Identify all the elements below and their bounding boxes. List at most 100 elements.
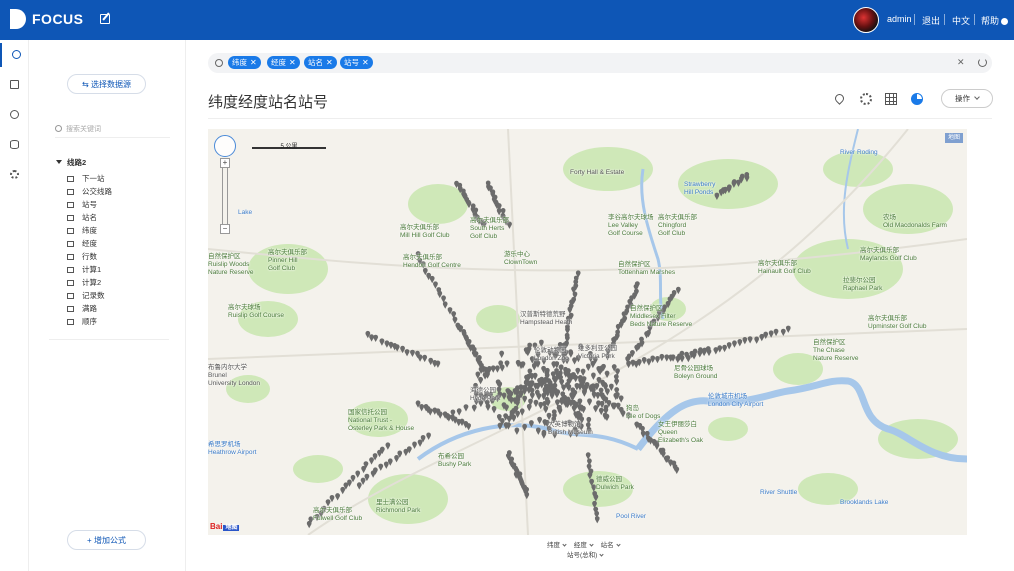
bus-stop-marker[interactable] xyxy=(785,325,791,333)
bus-stop-marker[interactable] xyxy=(383,461,389,469)
zoom-out-button[interactable]: − xyxy=(220,224,230,234)
bus-stop-marker[interactable] xyxy=(543,405,549,414)
bus-stop-marker[interactable] xyxy=(495,365,500,373)
map-type-badge[interactable]: 地图 xyxy=(944,133,963,143)
language-switch[interactable]: 中文 xyxy=(952,14,970,27)
pie-chart-icon[interactable] xyxy=(911,93,923,105)
bus-stop-marker[interactable] xyxy=(732,340,737,348)
bus-stop-marker[interactable] xyxy=(572,357,577,365)
close-icon[interactable]: ✕ xyxy=(289,58,296,67)
bus-stop-marker[interactable] xyxy=(435,360,441,368)
bus-stop-marker[interactable] xyxy=(394,455,399,463)
bus-stop-marker[interactable] xyxy=(428,357,434,366)
bus-stop-marker[interactable] xyxy=(466,423,472,431)
bus-stop-marker[interactable] xyxy=(646,358,652,366)
bus-stop-marker[interactable] xyxy=(664,354,670,362)
field-item[interactable]: 经度 xyxy=(67,238,97,250)
bus-stop-marker[interactable] xyxy=(385,442,391,450)
bus-stop-marker[interactable] xyxy=(379,338,385,346)
bus-stop-marker[interactable] xyxy=(452,316,458,324)
bus-stop-marker[interactable] xyxy=(514,427,520,435)
bus-stop-marker[interactable] xyxy=(504,360,510,368)
bus-stop-marker[interactable] xyxy=(674,466,680,474)
bus-stop-marker[interactable] xyxy=(591,391,597,399)
field-search-input[interactable]: 搜索关键词 xyxy=(55,124,170,138)
map-view[interactable]: + − 5 公里 地图 Bai 地图 Forty Hall & Estate 李谷… xyxy=(208,129,967,535)
field-item[interactable]: 公交线路 xyxy=(67,186,112,198)
select-source-button[interactable]: ⇆ 选择数据源 xyxy=(67,74,146,94)
axis-field[interactable]: 站名 xyxy=(601,542,621,549)
filter-chip[interactable]: 站名 ✕ xyxy=(304,56,337,69)
bus-stop-marker[interactable] xyxy=(594,516,600,524)
bus-stop-marker[interactable] xyxy=(526,403,532,412)
bus-stop-marker[interactable] xyxy=(419,403,425,412)
bus-stop-marker[interactable] xyxy=(541,431,547,439)
bus-stop-marker[interactable] xyxy=(417,354,423,362)
bus-stop-marker[interactable] xyxy=(608,383,614,391)
bus-stop-marker[interactable] xyxy=(614,378,619,386)
filter-bar[interactable]: 纬度 ✕ 经度 ✕ 站名 ✕ 站号 ✕ xyxy=(208,53,992,73)
bus-stop-marker[interactable] xyxy=(726,342,732,350)
bus-stop-marker[interactable] xyxy=(427,408,433,416)
filter-chip[interactable]: 站号 ✕ xyxy=(340,56,373,69)
operations-button[interactable]: 操作 xyxy=(941,89,993,108)
bus-stop-marker[interactable] xyxy=(568,350,574,358)
bus-stop-marker[interactable] xyxy=(587,398,592,406)
bus-stop-marker[interactable] xyxy=(535,427,541,435)
bus-stop-marker[interactable] xyxy=(369,457,374,465)
bus-stop-marker[interactable] xyxy=(335,493,340,501)
bus-stop-marker[interactable] xyxy=(759,333,765,342)
bus-stop-marker[interactable] xyxy=(437,411,443,419)
bus-stop-marker[interactable] xyxy=(655,355,660,364)
filter-chip[interactable]: 经度 ✕ xyxy=(267,56,300,69)
username[interactable]: admin xyxy=(887,14,912,24)
bus-stop-marker[interactable] xyxy=(410,349,415,358)
bus-stop-marker[interactable] xyxy=(355,470,361,478)
axis-field[interactable]: 经度 xyxy=(574,542,594,549)
bus-stop-marker[interactable] xyxy=(737,338,743,347)
rail-help[interactable] xyxy=(0,103,29,127)
rail-chat[interactable] xyxy=(0,73,29,97)
bus-stop-marker[interactable] xyxy=(433,281,438,289)
bus-stop-marker[interactable] xyxy=(529,373,535,381)
bus-stop-marker[interactable] xyxy=(747,336,753,344)
bus-stop-marker[interactable] xyxy=(499,364,505,372)
bus-stop-marker[interactable] xyxy=(533,399,539,408)
rail-settings[interactable] xyxy=(0,163,29,187)
axis-field[interactable]: 纬度 xyxy=(547,542,567,549)
table-icon[interactable] xyxy=(885,93,897,105)
field-item[interactable]: 满路 xyxy=(67,303,97,315)
field-item[interactable]: 计算2 xyxy=(67,277,101,289)
zoom-slider[interactable] xyxy=(222,159,228,231)
bus-stop-marker[interactable] xyxy=(618,395,624,403)
clear-icon[interactable]: ✕ xyxy=(957,57,965,68)
pin-icon[interactable] xyxy=(833,92,846,105)
bus-stop-marker[interactable] xyxy=(499,350,505,358)
bus-stop-marker[interactable] xyxy=(558,364,564,372)
filter-chip[interactable]: 纬度 ✕ xyxy=(228,56,261,69)
bus-stop-marker[interactable] xyxy=(675,286,681,295)
bus-stop-marker[interactable] xyxy=(536,393,542,401)
bus-stop-marker[interactable] xyxy=(442,301,448,309)
edit-icon[interactable] xyxy=(100,14,110,24)
close-icon[interactable]: ✕ xyxy=(326,58,333,67)
bus-stop-marker[interactable] xyxy=(591,372,596,380)
map-pan-control[interactable] xyxy=(214,135,236,157)
field-item[interactable]: 站名 xyxy=(67,212,97,224)
bus-stop-marker[interactable] xyxy=(422,354,428,363)
bus-stop-marker[interactable] xyxy=(456,408,462,416)
zoom-in-button[interactable]: + xyxy=(220,158,230,168)
bus-stop-marker[interactable] xyxy=(387,458,393,466)
bus-stop-marker[interactable] xyxy=(780,328,786,337)
bus-stop-marker[interactable] xyxy=(412,441,417,449)
bus-stop-marker[interactable] xyxy=(369,334,374,342)
tree-root[interactable]: 线路2 xyxy=(56,157,86,168)
bus-stop-marker[interactable] xyxy=(340,486,346,495)
bus-stop-marker[interactable] xyxy=(574,383,580,391)
bus-stop-marker[interactable] xyxy=(519,408,525,416)
bus-stop-marker[interactable] xyxy=(590,360,596,369)
logout-link[interactable]: 退出 xyxy=(922,14,940,27)
field-item[interactable]: 记录数 xyxy=(67,290,105,302)
bus-stop-marker[interactable] xyxy=(356,482,362,490)
bus-stop-marker[interactable] xyxy=(604,413,610,422)
